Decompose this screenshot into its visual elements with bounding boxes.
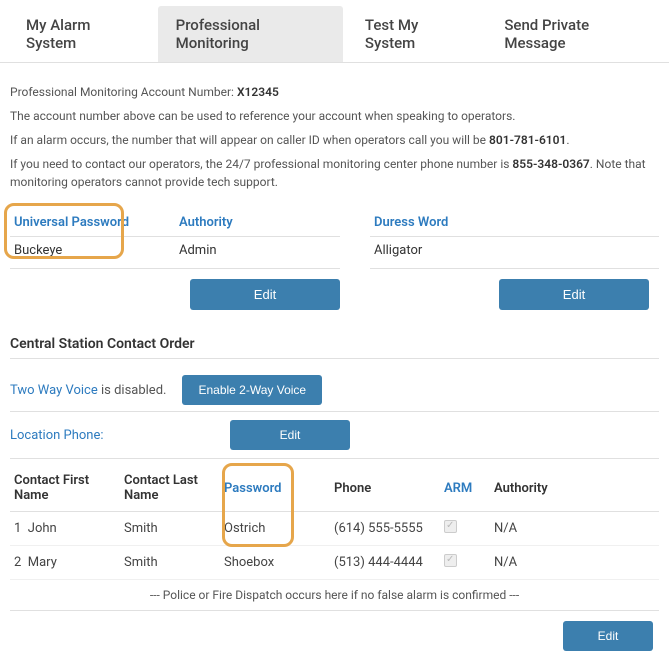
contact-last: Smith <box>120 546 220 580</box>
tab-bar: My Alarm System Professional Monitoring … <box>0 0 669 63</box>
account-number-help: The account number above can be used to … <box>10 107 659 125</box>
caller-id-number: 801-781-6101 <box>489 133 566 147</box>
table-row: 1 John Smith Ostrich (614) 555-5555 N/A <box>10 512 659 546</box>
contact-authority: N/A <box>490 546 659 580</box>
tab-professional-monitoring[interactable]: Professional Monitoring <box>158 6 343 62</box>
duress-edit-button[interactable]: Edit <box>499 279 649 310</box>
account-number-value: X12345 <box>237 85 279 99</box>
content-area: Professional Monitoring Account Number: … <box>0 63 669 661</box>
table-row: 2 Mary Smith Shoebox (513) 444-4444 N/A <box>10 546 659 580</box>
col-phone: Phone <box>330 465 440 512</box>
contact-phone: (614) 555-5555 <box>330 512 440 546</box>
monitoring-center-phone: 855-348-0367 <box>512 157 589 171</box>
dispatch-footnote: --- Police or Fire Dispatch occurs here … <box>10 580 659 611</box>
universal-password-header: Universal Password <box>10 209 175 237</box>
contact-phone: (513) 444-4444 <box>330 546 440 580</box>
account-number-line: Professional Monitoring Account Number: … <box>10 83 659 101</box>
two-way-voice-status: is disabled. <box>98 383 167 398</box>
duress-word-value: Alligator <box>370 237 659 269</box>
duress-word-header: Duress Word <box>370 209 659 237</box>
enable-two-way-voice-button[interactable]: Enable 2-Way Voice <box>182 375 322 405</box>
col-authority: Authority <box>490 465 659 512</box>
authority-header: Authority <box>175 209 340 237</box>
central-station-title: Central Station Contact Order <box>10 336 659 359</box>
authority-value: Admin <box>175 237 340 269</box>
contacts-edit-button[interactable]: Edit <box>563 621 653 651</box>
col-first-name: Contact First Name <box>10 465 120 512</box>
contact-first: Mary <box>28 555 57 570</box>
tab-my-alarm-system[interactable]: My Alarm System <box>8 6 154 62</box>
location-phone-edit-button[interactable]: Edit <box>230 420 350 450</box>
operator-phone-line: If you need to contact our operators, th… <box>10 155 659 191</box>
tab-test-my-system[interactable]: Test My System <box>347 6 482 62</box>
col-last-name: Contact Last Name <box>120 465 220 512</box>
location-phone-label: Location Phone: <box>10 428 230 443</box>
two-way-voice-label: Two Way Voice <box>10 383 98 398</box>
contact-authority: N/A <box>490 512 659 546</box>
caller-id-line: If an alarm occurs, the number that will… <box>10 131 659 149</box>
tab-send-private-message[interactable]: Send Private Message <box>486 6 661 62</box>
account-number-label: Professional Monitoring Account Number: <box>10 85 237 99</box>
passwords-edit-button[interactable]: Edit <box>190 279 340 310</box>
universal-password-value: Buckeye <box>10 237 175 269</box>
contact-password: Shoebox <box>220 546 290 580</box>
contact-first: John <box>28 521 57 536</box>
arm-checkbox <box>444 554 457 567</box>
contact-password: Ostrich <box>220 512 290 546</box>
col-arm: ARM <box>440 465 490 512</box>
contact-last: Smith <box>120 512 220 546</box>
col-password: Password <box>220 465 290 512</box>
contacts-table: Contact First Name Contact Last Name Pas… <box>10 465 659 580</box>
arm-checkbox <box>444 520 457 533</box>
